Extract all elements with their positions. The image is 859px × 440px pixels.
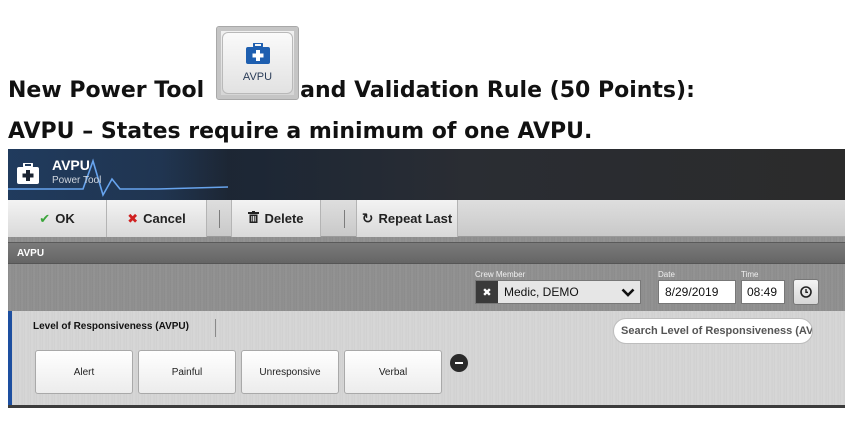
headline-line-1: New Power Tool and Validation Rule (50 P… bbox=[8, 74, 695, 106]
medical-kit-icon bbox=[245, 43, 270, 64]
collapse-minus-icon[interactable] bbox=[450, 354, 468, 372]
title-bar: AVPU Power Tool bbox=[8, 149, 845, 200]
level-of-responsiveness-label: Level of Responsiveness (AVPU) bbox=[33, 321, 189, 332]
option-alert[interactable]: Alert bbox=[35, 350, 133, 394]
ok-button[interactable]: ✔ OK bbox=[8, 200, 107, 237]
ok-label: OK bbox=[55, 211, 75, 226]
refresh-icon: ↻ bbox=[361, 210, 374, 226]
date-label: Date bbox=[658, 270, 675, 279]
toolbar-divider bbox=[344, 210, 345, 228]
level-of-responsiveness-section: Level of Responsiveness (AVPU) Search Le… bbox=[8, 311, 845, 405]
avpu-power-tool-window: AVPU Power Tool ✔ OK ✖ Cancel Delete ↻ R… bbox=[8, 149, 845, 408]
check-icon: ✔ bbox=[39, 210, 51, 226]
power-tool-button-label: AVPU bbox=[242, 71, 273, 83]
toolbar: ✔ OK ✖ Cancel Delete ↻ Repeat Last bbox=[8, 200, 845, 237]
medical-kit-icon bbox=[17, 163, 39, 184]
window-bottom-edge bbox=[8, 405, 845, 408]
label-divider bbox=[215, 319, 216, 337]
clear-icon[interactable]: ✖ bbox=[476, 281, 498, 303]
toolbar-divider bbox=[219, 210, 220, 228]
option-verbal[interactable]: Verbal bbox=[344, 350, 442, 394]
crew-member-value: Medic, DEMO bbox=[504, 285, 579, 299]
search-input[interactable]: Search Level of Responsiveness (AV bbox=[613, 318, 813, 344]
chevron-down-icon[interactable] bbox=[616, 281, 640, 303]
delete-button[interactable]: Delete bbox=[231, 200, 321, 237]
close-icon: ✖ bbox=[127, 210, 139, 226]
headline-text-before: New Power Tool bbox=[8, 77, 205, 103]
section-header: AVPU bbox=[8, 242, 845, 264]
heartbeat-wave-decoration bbox=[8, 149, 228, 200]
delete-label: Delete bbox=[264, 211, 304, 226]
option-painful[interactable]: Painful bbox=[138, 350, 236, 394]
clock-icon bbox=[800, 286, 812, 298]
crew-member-select[interactable]: ✖ Medic, DEMO bbox=[475, 280, 641, 304]
headline-text-after: and Validation Rule (50 Points): bbox=[300, 77, 695, 103]
avpu-power-tool-button[interactable]: AVPU bbox=[216, 26, 299, 100]
time-field[interactable]: 08:49 bbox=[741, 280, 785, 304]
window-title: AVPU bbox=[52, 157, 90, 173]
clock-button[interactable] bbox=[793, 279, 819, 305]
headline-line-2: AVPU – States require a minimum of one A… bbox=[8, 118, 593, 144]
trash-icon bbox=[248, 211, 260, 226]
option-unresponsive[interactable]: Unresponsive bbox=[241, 350, 339, 394]
repeat-last-button[interactable]: ↻ Repeat Last bbox=[356, 200, 458, 237]
crew-member-label: Crew Member bbox=[475, 270, 526, 279]
cancel-label: Cancel bbox=[143, 211, 186, 226]
window-subtitle: Power Tool bbox=[52, 175, 102, 186]
repeat-last-label: Repeat Last bbox=[378, 211, 453, 226]
date-field[interactable]: 8/29/2019 bbox=[658, 280, 736, 304]
time-label: Time bbox=[741, 270, 759, 279]
cancel-button[interactable]: ✖ Cancel bbox=[107, 200, 207, 237]
